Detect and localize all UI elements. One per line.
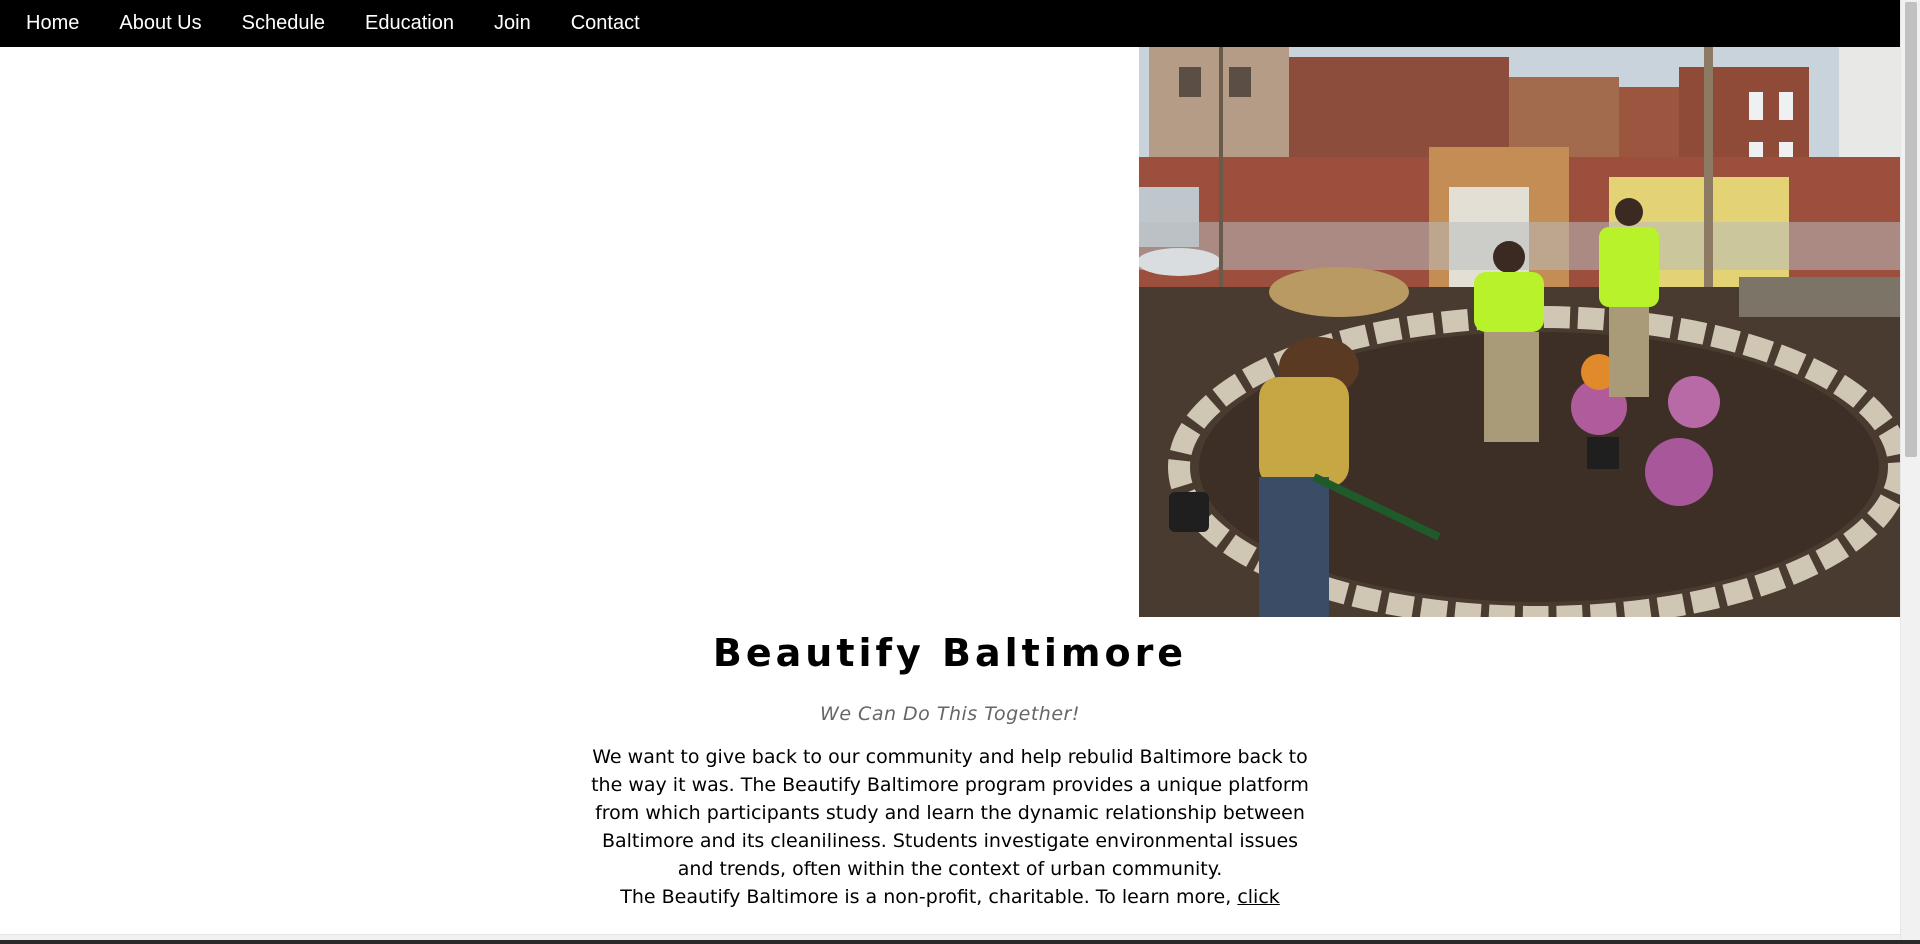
nav-schedule-link[interactable]: Schedule bbox=[222, 0, 345, 47]
vertical-scrollbar[interactable] bbox=[1900, 0, 1920, 944]
scrollbar-thumb[interactable] bbox=[1905, 2, 1917, 457]
page-title: Beautify Baltimore bbox=[712, 631, 1188, 675]
top-navigation: Home About Us Schedule Education Join Co… bbox=[0, 0, 1900, 47]
nonprofit-text-body: The Beautify Baltimore is a non-profit, … bbox=[620, 886, 1238, 908]
nav-education-link[interactable]: Education bbox=[345, 0, 474, 47]
description-text: We want to give back to our community an… bbox=[591, 746, 1309, 880]
tagline: We Can Do This Together! bbox=[820, 703, 1080, 725]
main-content: Beautify Baltimore We Can Do This Togeth… bbox=[0, 617, 1900, 911]
description-block: We want to give back to our community an… bbox=[590, 743, 1310, 911]
nav-contact-link[interactable]: Contact bbox=[551, 0, 660, 47]
hero-photo bbox=[1139, 47, 1900, 617]
nav-home-link[interactable]: Home bbox=[6, 0, 99, 47]
nonprofit-text: The Beautify Baltimore is a non-profit, … bbox=[590, 883, 1310, 911]
garden-photo-illustration bbox=[1139, 47, 1900, 617]
nav-join-link[interactable]: Join bbox=[474, 0, 551, 47]
nav-about-us-link[interactable]: About Us bbox=[99, 0, 221, 47]
window-bottom-edge bbox=[0, 940, 1920, 944]
learn-more-link[interactable]: click bbox=[1237, 886, 1279, 908]
browser-viewport: Home About Us Schedule Education Join Co… bbox=[0, 0, 1920, 944]
